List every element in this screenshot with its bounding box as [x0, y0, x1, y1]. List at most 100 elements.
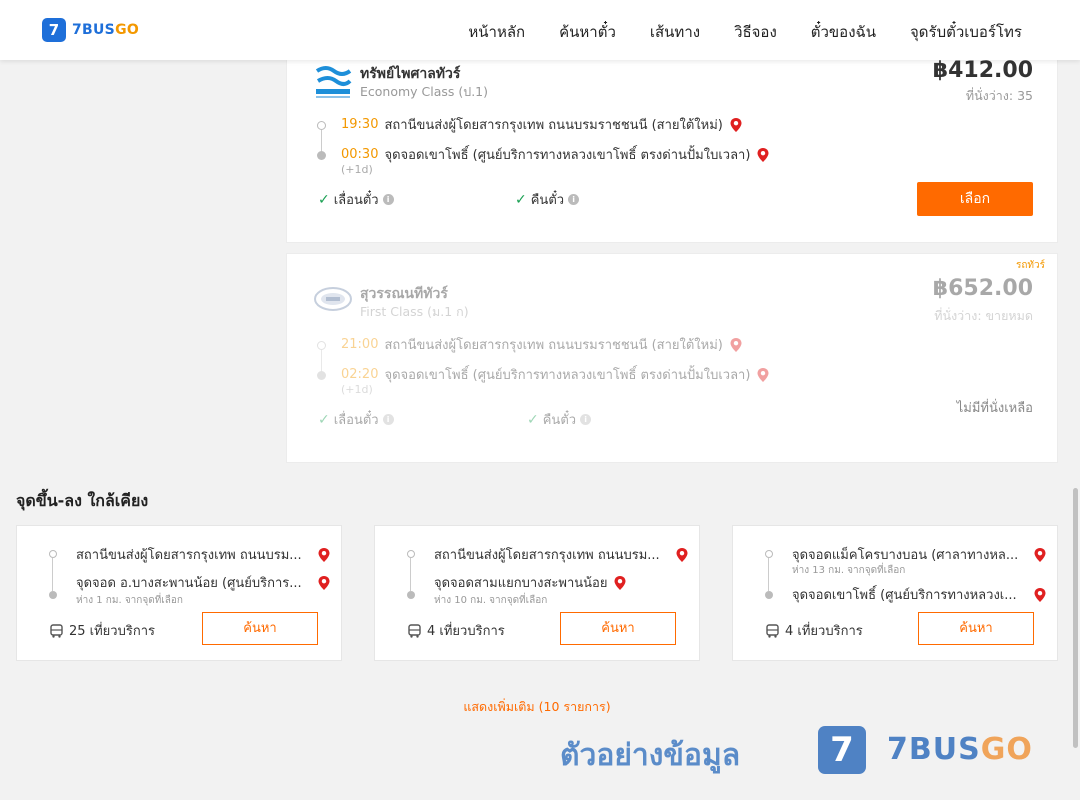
nav-search-tickets[interactable]: ค้นหาตั๋ว	[559, 20, 616, 44]
map-pin-icon[interactable]	[317, 575, 331, 591]
map-pin-icon[interactable]	[1033, 547, 1047, 563]
main-nav: หน้าหลัก ค้นหาตั๋ว เส้นทาง วิธีจอง ตั๋วข…	[468, 20, 1022, 44]
info-icon[interactable]: i	[382, 194, 394, 205]
bus-class: First Class (ม.1 ก)	[360, 304, 469, 319]
nearby-from-stop: สถานีขนส่งผู้โดยสารกรุงเทพ ถนนบรม...	[76, 544, 331, 565]
timeline-line	[321, 130, 322, 152]
feature-refund-ticket: ✓ คืนตั๋ว i	[527, 409, 592, 430]
check-icon: ✓	[515, 191, 527, 208]
timeline-start-dot	[317, 121, 326, 130]
map-pin-icon[interactable]	[613, 575, 627, 591]
timeline-line	[768, 558, 769, 591]
logo-brand: 7BUS	[72, 22, 116, 38]
map-pin-icon[interactable]	[756, 367, 770, 383]
trip-card: ทรัพย์ไพศาลทัวร์ Economy Class (ป.1) ฿41…	[286, 50, 1058, 243]
from-stop-name: จุดจอดแม็คโครบางบอน (ศาลาทางหล...	[792, 548, 1019, 563]
watermark-brand: 7BUSGO	[887, 732, 1033, 767]
trip-price: ฿412.00	[932, 58, 1033, 83]
nearby-to-stop: จุดจอดสามแยกบางสะพานน้อย	[434, 572, 689, 593]
search-button[interactable]: ค้นหา	[560, 612, 676, 645]
timeline-end-dot	[765, 591, 773, 599]
show-more-link[interactable]: แสดงเพิ่มเติม (10 รายการ)	[0, 697, 1074, 717]
trip-count: 4 เที่ยวบริการ	[408, 620, 505, 641]
watermark-brand-name: 7BUS	[887, 732, 981, 767]
map-pin-icon[interactable]	[729, 117, 743, 133]
departure-stop: 19:30 สถานีขนส่งผู้โดยสารกรุงเทพ ถนนบรมร…	[341, 114, 743, 135]
nearby-from-stop: สถานีขนส่งผู้โดยสารกรุงเทพ ถนนบรม...	[434, 544, 689, 565]
nav-pickup-phone[interactable]: จุดรับตั๋วเบอร์โทร	[910, 20, 1022, 44]
map-pin-icon[interactable]	[317, 547, 331, 563]
trip-count-label: 4 เที่ยวบริการ	[427, 624, 505, 639]
to-distance: ห่าง 1 กม. จากจุดที่เลือก	[76, 595, 183, 606]
from-stop-name: สถานีขนส่งผู้โดยสารกรุงเทพ ถนนบรม...	[434, 548, 660, 563]
nearby-to-stop: จุดจอด อ.บางสะพานน้อย (ศูนย์บริการ...	[76, 572, 331, 593]
departure-stop: 21:00 สถานีขนส่งผู้โดยสารกรุงเทพ ถนนบรมร…	[341, 334, 743, 355]
bus-type-badge: รถทัวร์	[1015, 260, 1045, 271]
feature-refund-label: คืนตั๋ว	[530, 193, 565, 208]
page-scrollbar[interactable]	[1073, 488, 1078, 748]
trip-count: 25 เที่ยวบริการ	[50, 620, 155, 641]
timeline-start-dot	[407, 550, 415, 558]
search-button[interactable]: ค้นหา	[202, 612, 318, 645]
nearby-to-stop: จุดจอดเขาโพธิ์ (ศูนย์บริการทางหลวงเ...	[792, 584, 1047, 605]
from-distance: ห่าง 13 กม. จากจุดที่เลือก	[792, 565, 906, 576]
trip-count: 4 เที่ยวบริการ	[766, 620, 863, 641]
info-icon[interactable]: i	[580, 414, 592, 425]
search-button[interactable]: ค้นหา	[918, 612, 1034, 645]
bus-icon	[50, 623, 63, 638]
nav-how-to-book[interactable]: วิธีจอง	[734, 20, 777, 44]
nav-home[interactable]: หน้าหลัก	[468, 20, 525, 44]
timeline-end-dot	[317, 151, 326, 160]
select-trip-button[interactable]: เลือก	[917, 182, 1033, 216]
timeline-line	[321, 350, 322, 372]
bus-class: Economy Class (ป.1)	[360, 84, 489, 99]
site-logo[interactable]: 7 7BUSGO	[42, 18, 139, 42]
departure-stop-name: สถานีขนส่งผู้โดยสารกรุงเทพ ถนนบรมราชชนนี…	[384, 118, 723, 133]
map-pin-icon[interactable]	[1033, 587, 1047, 603]
to-stop-name: จุดจอด อ.บางสะพานน้อย (ศูนย์บริการ...	[76, 576, 302, 591]
sold-out-status: ไม่มีที่นั่งเหลือ	[956, 401, 1033, 416]
timeline-start-dot	[765, 550, 773, 558]
arrival-stop: 00:30 จุดจอดเขาโพธิ์ (ศูนย์บริการทางหลวง…	[341, 144, 770, 165]
trip-count-label: 25 เที่ยวบริการ	[69, 624, 155, 639]
map-pin-icon[interactable]	[675, 547, 689, 563]
map-pin-icon[interactable]	[756, 147, 770, 163]
check-icon: ✓	[318, 411, 330, 428]
operator-logo	[314, 63, 352, 101]
trip-card-sold-out: รถทัวร์ สุวรรณนทีทัวร์ First Class (ม.1 …	[286, 253, 1058, 463]
to-distance: ห่าง 10 กม. จากจุดที่เลือก	[434, 595, 548, 606]
timeline-end-dot	[317, 371, 326, 380]
seats-available: ที่นั่งว่าง: 35	[965, 88, 1033, 103]
arrival-time: 02:20	[341, 367, 379, 382]
day-offset: (+1d)	[341, 383, 373, 396]
route-timeline	[765, 550, 774, 599]
timeline-line	[410, 558, 411, 591]
feature-change-label: เลื่อนตั๋ว	[333, 413, 379, 428]
map-pin-icon[interactable]	[729, 337, 743, 353]
route-timeline	[49, 550, 58, 599]
trip-count-label: 4 เที่ยวบริการ	[785, 624, 863, 639]
to-stop-name: จุดจอดเขาโพธิ์ (ศูนย์บริการทางหลวงเ...	[792, 588, 1017, 603]
arrival-stop: 02:20 จุดจอดเขาโพธิ์ (ศูนย์บริการทางหลวง…	[341, 364, 770, 385]
timeline-end-dot	[49, 591, 57, 599]
operator-logo	[314, 287, 352, 311]
info-icon[interactable]: i	[382, 414, 394, 425]
trip-price: ฿652.00	[932, 276, 1033, 301]
nearby-route-card: จุดจอดแม็คโครบางบอน (ศาลาทางหล... ห่าง 1…	[732, 525, 1058, 661]
route-timeline	[407, 550, 416, 599]
info-icon[interactable]: i	[568, 194, 580, 205]
feature-refund-label: คืนตั๋ว	[542, 413, 577, 428]
nav-routes[interactable]: เส้นทาง	[650, 20, 700, 44]
departure-stop-name: สถานีขนส่งผู้โดยสารกรุงเทพ ถนนบรมราชชนนี…	[384, 338, 723, 353]
timeline-start-dot	[317, 341, 326, 350]
nearby-from-stop: จุดจอดแม็คโครบางบอน (ศาลาทางหล...	[792, 544, 1047, 565]
arrival-stop-name: จุดจอดเขาโพธิ์ (ศูนย์บริการทางหลวงเขาโพธ…	[384, 368, 751, 383]
feature-change-ticket: ✓ เลื่อนตั๋ว i	[318, 189, 394, 210]
departure-time: 21:00	[341, 337, 379, 352]
nav-my-tickets[interactable]: ตั๋วของฉัน	[811, 20, 876, 44]
feature-change-label: เลื่อนตั๋ว	[333, 193, 379, 208]
watermark-text: ตัวอย่างข้อมูล	[560, 738, 741, 773]
feature-change-ticket: ✓ เลื่อนตั๋ว i	[318, 409, 394, 430]
bus-icon	[408, 623, 421, 638]
route-timeline	[317, 121, 326, 161]
